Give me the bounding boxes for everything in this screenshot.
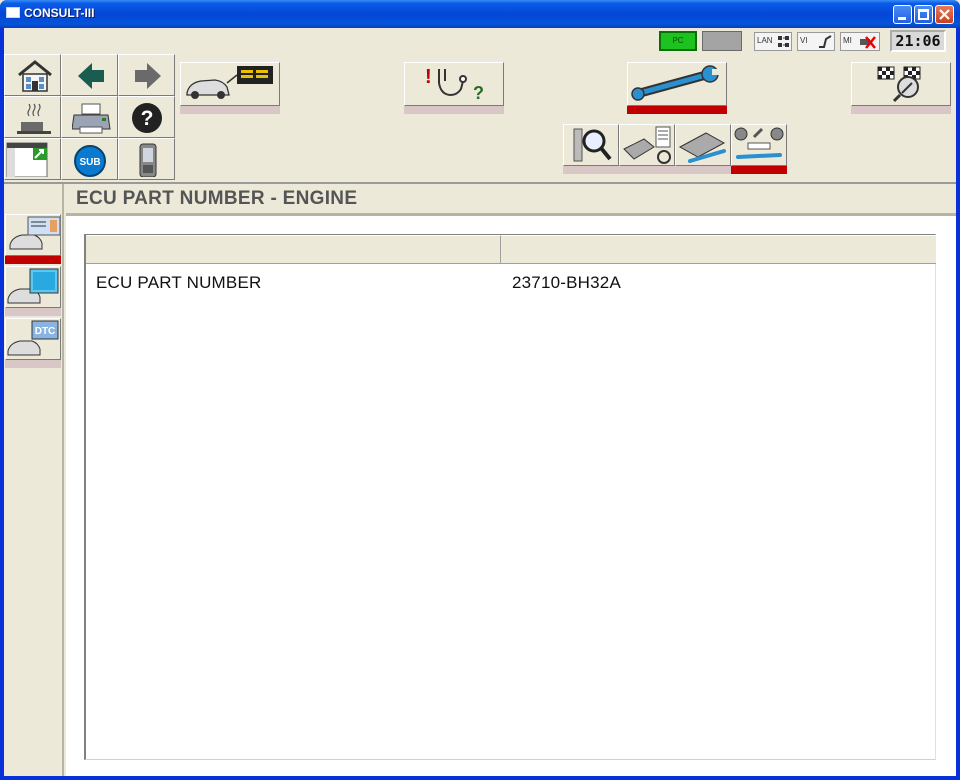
mi-label: MI — [843, 36, 852, 45]
side-tabs: DTC — [4, 184, 64, 776]
repair-wrench-button[interactable] — [627, 62, 727, 106]
app-window: CONSULT-III PC LAN VI MI 21:06 ? SUB ! ?… — [0, 0, 960, 780]
lan-indicator: LAN — [754, 32, 792, 51]
stethoscope-icon: ! ? — [425, 66, 484, 103]
app-icon — [6, 7, 20, 18]
part-number-label: ECU PART NUMBER — [96, 273, 262, 292]
svg-text:?: ? — [473, 83, 484, 103]
sub-label: SUB — [79, 157, 100, 168]
car-monitor-icon — [7, 268, 59, 304]
work-support-button[interactable] — [563, 124, 619, 166]
question-icon: ? — [132, 103, 162, 133]
gears-icon — [734, 127, 784, 159]
printer-icon — [72, 103, 111, 134]
mi-indicator: MI — [840, 32, 880, 51]
clock: 21:06 — [890, 30, 946, 52]
settings-flags-bar — [851, 106, 951, 114]
arrow-right-icon — [135, 63, 161, 89]
sub-button[interactable]: SUB — [61, 138, 118, 180]
main-content: ECU PART NUMBER - ENGINE ECU PART NUMBER… — [66, 184, 956, 776]
part-number-value: 23710-BH32A — [512, 273, 621, 292]
print-button[interactable] — [61, 96, 118, 138]
repair-wrench-bar — [627, 106, 727, 114]
dtc-icon: DTC — [7, 320, 59, 356]
sub-icon: SUB — [74, 145, 106, 177]
diagnosis-all-systems-bar — [180, 106, 280, 114]
checkered-flags-icon — [877, 66, 921, 103]
forward-button[interactable] — [118, 54, 175, 96]
page-title: ECU PART NUMBER - ENGINE — [76, 188, 358, 209]
title-bar[interactable]: CONSULT-III — [0, 0, 960, 28]
svg-text:!: ! — [425, 66, 432, 88]
svg-text:?: ? — [141, 107, 154, 130]
diagnosis-stethoscope-bar — [404, 106, 504, 114]
dtc-label: DTC — [35, 326, 56, 337]
back-button[interactable] — [61, 54, 118, 96]
screen-capture-button[interactable] — [4, 138, 61, 180]
status-strip: PC LAN VI MI 21:06 — [4, 28, 956, 54]
ecu-wrench-icon — [678, 132, 726, 163]
table-header — [86, 235, 936, 264]
toolbar: ? SUB ! ? — [4, 54, 956, 182]
home-button[interactable] — [4, 54, 61, 96]
ecu-reprogram-bar — [619, 166, 675, 174]
battery-indicator — [702, 31, 742, 51]
content-panel: ECU PART NUMBER 23710-BH32A — [66, 216, 956, 776]
ecu-identification-bar — [5, 256, 61, 264]
magnifier-icon — [573, 128, 612, 162]
pc-connection-indicator: PC — [659, 31, 697, 51]
maximize-button[interactable] — [914, 5, 933, 24]
window-arrow-icon — [6, 142, 48, 177]
ecu-identification-tab[interactable] — [5, 214, 61, 256]
ecu-part-number-bar — [731, 166, 787, 174]
vi-link-icon — [819, 35, 832, 48]
client-area: PC LAN VI MI 21:06 ? SUB ! ? DTC ECU PAR… — [4, 28, 956, 776]
close-icon — [939, 9, 950, 20]
settings-flags-button[interactable] — [851, 62, 951, 106]
lan-label: LAN — [757, 36, 773, 45]
lan-icon — [778, 36, 789, 47]
dtc-bar — [5, 360, 61, 368]
vi-label: VI — [800, 36, 808, 45]
table-row[interactable]: ECU PART NUMBER 23710-BH32A — [86, 265, 936, 301]
data-monitor-tab[interactable] — [5, 266, 61, 308]
dtc-tab[interactable]: DTC — [5, 318, 61, 360]
sleep-button[interactable] — [4, 96, 61, 138]
wrench-icon — [631, 65, 720, 101]
ecu-reprogram-button[interactable] — [619, 124, 675, 166]
data-monitor-bar — [5, 308, 61, 316]
mi-disconnected-icon — [860, 36, 876, 49]
car-id-icon — [9, 216, 60, 250]
vi-indicator: VI — [797, 32, 835, 51]
ecu-replace-bar — [675, 166, 731, 174]
house-icon — [18, 60, 52, 92]
handheld-button[interactable] — [118, 138, 175, 180]
car-monitor-icon — [186, 66, 273, 99]
help-button[interactable]: ? — [118, 96, 175, 138]
minimize-button[interactable] — [893, 5, 912, 24]
table-header-cell — [501, 235, 936, 263]
ecu-replace-button[interactable] — [675, 124, 731, 166]
close-button[interactable] — [935, 5, 954, 24]
part-number-table: ECU PART NUMBER 23710-BH32A — [84, 234, 936, 760]
coffee-cup-icon — [17, 103, 51, 134]
device-icon — [139, 143, 157, 177]
diagnosis-stethoscope-button[interactable]: ! ? — [404, 62, 504, 106]
ecu-data-icon — [623, 126, 671, 164]
table-header-cell — [86, 235, 501, 263]
arrow-left-icon — [78, 63, 104, 89]
diagnosis-all-systems-button[interactable] — [180, 62, 280, 106]
window-title: CONSULT-III — [24, 6, 95, 20]
work-support-bar — [563, 166, 619, 174]
ecu-part-number-button[interactable] — [731, 124, 787, 166]
